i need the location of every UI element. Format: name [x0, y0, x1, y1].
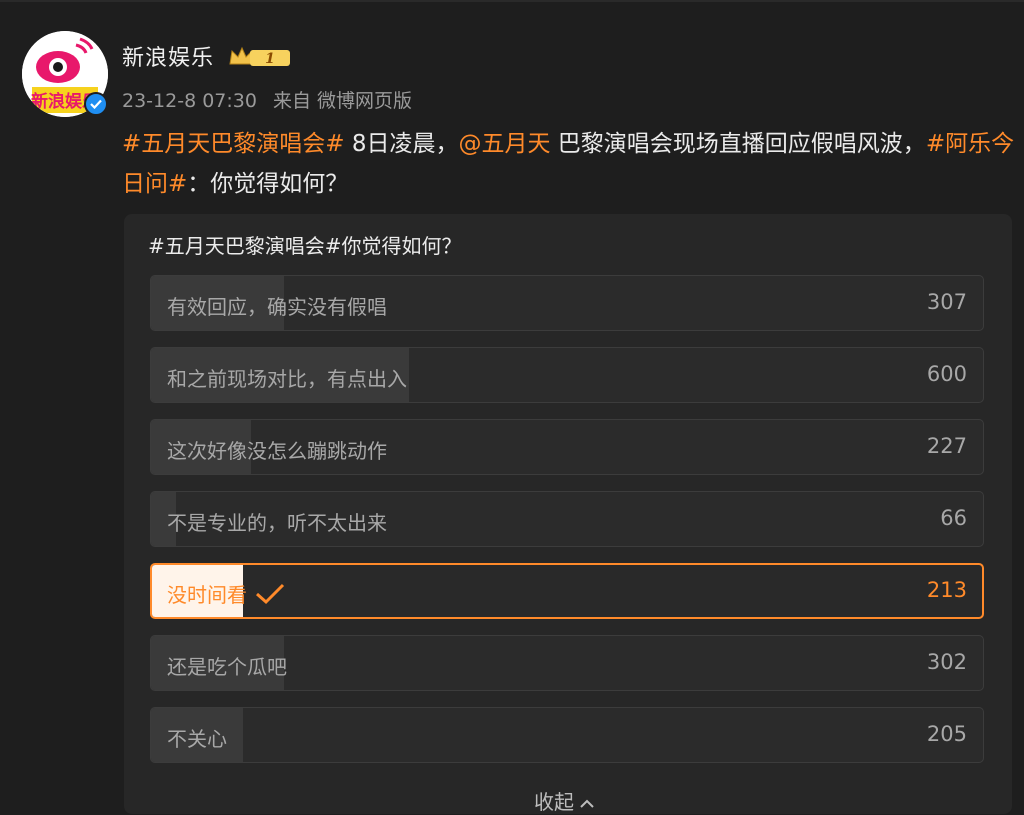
poll-option-label: 和之前现场对比，有点出入 — [167, 367, 407, 391]
post-meta: 23-12-8 07:30 来自 微博网页版 — [122, 86, 422, 113]
mention-link[interactable]: @五月天 — [459, 131, 551, 157]
post-source: 来自 微博网页版 — [273, 90, 413, 112]
poll-title: #五月天巴黎演唱会#你觉得如何？ — [148, 234, 462, 258]
post-text-part: ：你觉得如何？ — [187, 171, 349, 197]
collapse-label: 收起 — [534, 790, 574, 814]
chevron-up-icon — [580, 790, 595, 814]
poll-option[interactable]: 不关心 205 — [150, 707, 984, 763]
poll-option-label: 不关心 — [167, 727, 227, 751]
hashtag-link[interactable]: #五月天巴黎演唱会# — [122, 131, 345, 157]
collapse-button[interactable]: 收起 — [534, 786, 595, 815]
poll-option-count: 600 — [926, 362, 967, 386]
poll-card: #五月天巴黎演唱会#你觉得如何？ 有效回应，确实没有假唱 307 和之前现场对比… — [124, 214, 1012, 814]
poll-option-label: 这次好像没怎么蹦跳动作 — [167, 439, 387, 463]
poll-option-count: 205 — [926, 722, 967, 746]
poll-option-count: 227 — [926, 434, 967, 458]
poll-option-label: 还是吃个瓜吧 — [167, 655, 287, 679]
post-text-part: 巴黎演唱会现场直播回应假唱风波， — [550, 131, 926, 157]
poll-option-count: 213 — [926, 578, 967, 602]
poll-option-label: 没时间看 — [167, 579, 285, 610]
poll-option-label: 有效回应，确实没有假唱 — [167, 295, 387, 319]
poll-option[interactable]: 和之前现场对比，有点出入 600 — [150, 347, 984, 403]
poll-option[interactable]: 还是吃个瓜吧 302 — [150, 635, 984, 691]
poll-option[interactable]: 有效回应，确实没有假唱 307 — [150, 275, 984, 331]
poll-option-count: 66 — [940, 506, 967, 530]
poll-option-selected[interactable]: 没时间看 213 — [150, 563, 984, 619]
poll-option-count: 307 — [926, 290, 967, 314]
top-divider — [0, 0, 1024, 2]
verified-icon — [84, 92, 108, 116]
level-crown-icon[interactable]: 1 — [228, 44, 292, 70]
post-text: #五月天巴黎演唱会# 8日凌晨，@五月天 巴黎演唱会现场直播回应假唱风波，#阿乐… — [122, 124, 1022, 204]
poll-option-label: 不是专业的，听不太出来 — [167, 511, 387, 535]
checkmark-icon — [255, 583, 285, 610]
post-text-part: 8日凌晨， — [344, 131, 459, 157]
svg-text:1: 1 — [265, 51, 275, 67]
poll-option[interactable]: 这次好像没怎么蹦跳动作 227 — [150, 419, 984, 475]
poll-option-count: 302 — [926, 650, 967, 674]
author-name[interactable]: 新浪娱乐 — [122, 40, 214, 72]
poll-option[interactable]: 不是专业的，听不太出来 66 — [150, 491, 984, 547]
post-time[interactable]: 23-12-8 07:30 — [122, 90, 257, 112]
